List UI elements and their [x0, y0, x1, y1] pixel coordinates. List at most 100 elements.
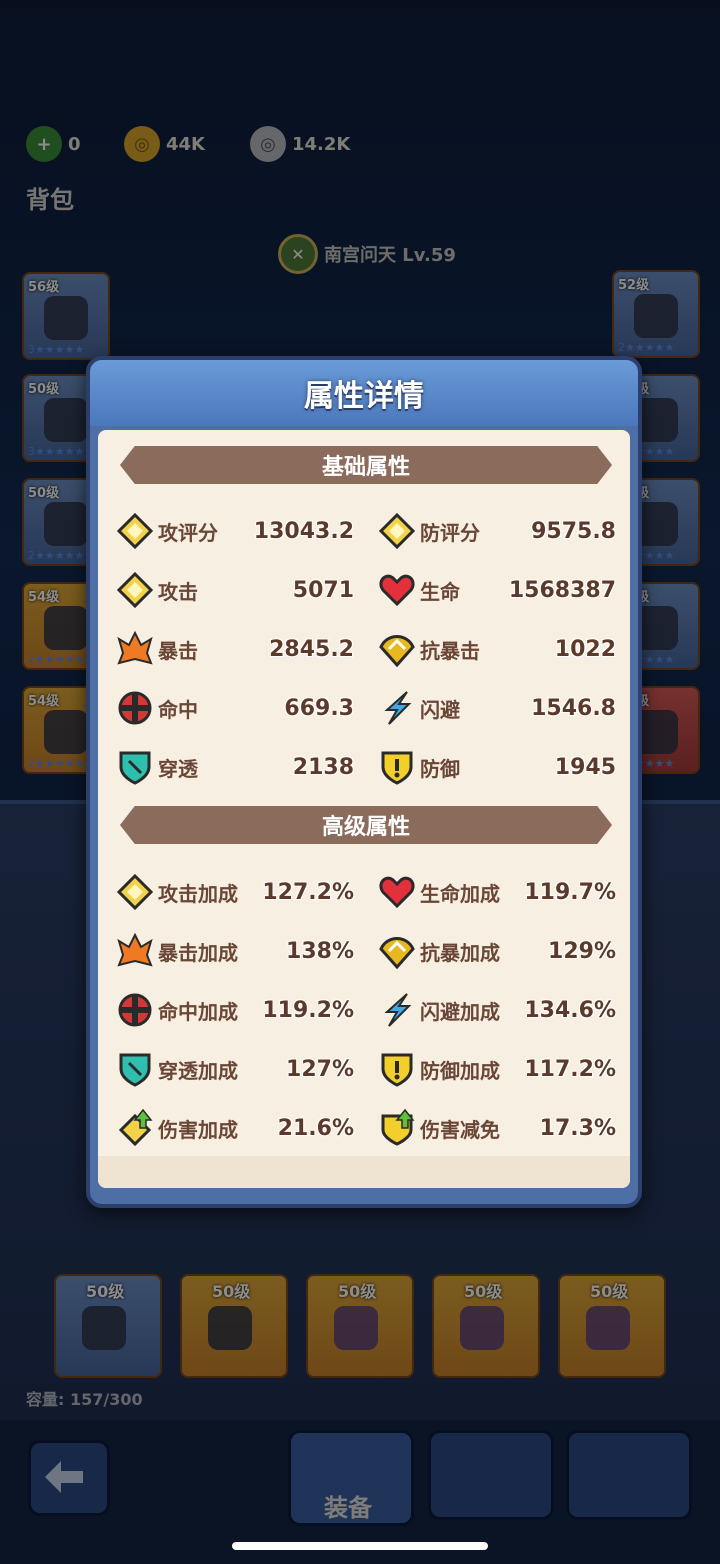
crit-icon	[114, 628, 156, 670]
stat-value: 127.2%	[262, 879, 354, 905]
damage-reduction-icon	[376, 1107, 418, 1149]
stat-name: 抗暴加成	[420, 940, 500, 965]
slot-stars: 2★★★★★	[28, 757, 85, 770]
gold-count: 44K	[166, 133, 205, 155]
stat-name: 攻击	[158, 579, 198, 604]
pierce-icon	[114, 1048, 156, 1090]
heart-icon	[376, 569, 418, 611]
stat-name: 命中加成	[158, 999, 238, 1024]
stat-value: 129%	[548, 938, 616, 964]
stat-value: 119.7%	[524, 879, 616, 905]
stat-name: 攻评分	[158, 520, 218, 545]
stat-value: 138%	[286, 938, 354, 964]
gem-count: 0	[68, 133, 81, 155]
nav-chest-button[interactable]	[428, 1430, 554, 1520]
stat-name: 防御	[420, 756, 460, 781]
inventory-slot[interactable]: 50级	[306, 1274, 414, 1378]
stat-name: 闪避	[420, 697, 460, 722]
heart-icon	[376, 871, 418, 913]
inventory-slot[interactable]: 50级	[54, 1274, 162, 1378]
slot-level: 50级	[338, 1282, 377, 1301]
inventory-slot[interactable]: 50级	[180, 1274, 288, 1378]
equipment-icon	[334, 1306, 378, 1350]
stat-value: 13043.2	[253, 518, 354, 544]
stat-row: 抗暴加成 129%	[376, 928, 616, 974]
nav-equipment-label: 装备	[324, 1494, 372, 1522]
hero-name: 南宫问天 Lv.59	[324, 245, 456, 266]
hero-name-label[interactable]: ✕ 南宫问天 Lv.59	[278, 234, 456, 274]
slot-level: 50级	[28, 486, 60, 501]
stat-row: 抗暴击 1022	[376, 626, 616, 672]
slot-level: 52级	[618, 278, 650, 293]
stat-row: 穿透 2138	[114, 744, 354, 790]
stat-row: 穿透加成 127%	[114, 1046, 354, 1092]
nav-puzzle-button[interactable]	[566, 1430, 692, 1520]
equipment-icon	[208, 1306, 252, 1350]
stat-row: 暴击加成 138%	[114, 928, 354, 974]
equipment-icon	[634, 294, 678, 338]
stat-name: 攻击加成	[158, 881, 238, 906]
shield-icon	[376, 746, 418, 788]
stat-row: 攻击加成 127.2%	[114, 869, 354, 915]
shield-icon	[376, 1048, 418, 1090]
dialog-title: 属性详情	[304, 379, 424, 414]
slot-stars: 2★★★★★	[28, 653, 85, 666]
stat-row: 闪避加成 134.6%	[376, 987, 616, 1033]
slot-stars: 3★★★★★	[28, 343, 85, 356]
currency-gold[interactable]: ◎ 44K	[124, 124, 205, 164]
currency-silver[interactable]: ◎ 14.2K	[250, 124, 350, 164]
equipment-icon	[44, 606, 88, 650]
stat-name: 伤害加成	[158, 1117, 238, 1142]
stat-row: 命中加成 119.2%	[114, 987, 354, 1033]
slot-level: 56级	[28, 280, 60, 295]
stat-value: 134.6%	[524, 997, 616, 1023]
silver-count: 14.2K	[292, 133, 351, 155]
slot-stars: 2★★★★★	[28, 549, 85, 562]
slot-level: 50级	[28, 382, 60, 397]
stat-row: 伤害减免 17.3%	[376, 1105, 616, 1151]
stat-value: 127%	[286, 1056, 354, 1082]
stat-value: 2845.2	[269, 636, 354, 662]
crit-icon	[114, 930, 156, 972]
crosshair-icon	[114, 989, 156, 1031]
stat-row: 命中 669.3	[114, 685, 354, 731]
stat-row: 暴击 2845.2	[114, 626, 354, 672]
stat-row: 伤害加成 21.6%	[114, 1105, 354, 1151]
advanced-attributes-title: 高级属性	[321, 815, 410, 840]
equip-slot-right-1[interactable]: 52级 2★★★★★	[612, 270, 700, 358]
currency-gem[interactable]: + 0	[26, 124, 81, 164]
stat-value: 5071	[292, 577, 354, 603]
attack-icon	[114, 871, 156, 913]
stat-name: 生命	[420, 579, 460, 604]
equipment-icon	[44, 296, 88, 340]
slot-stars: 2★★★★★	[618, 341, 675, 354]
stat-value: 21.6%	[277, 1115, 354, 1141]
anti-crit-icon	[376, 628, 418, 670]
stat-row: 闪避 1546.8	[376, 685, 616, 731]
inventory-slot[interactable]: 50级	[558, 1274, 666, 1378]
slot-stars: 3★★★★★	[28, 445, 85, 458]
stat-name: 穿透加成	[158, 1058, 238, 1083]
stat-value: 1568387	[508, 577, 616, 603]
stat-row: 生命 1568387	[376, 567, 616, 613]
slot-level: 54级	[28, 694, 60, 709]
stat-value: 1546.8	[531, 695, 616, 721]
stat-row: 防御 1945	[376, 744, 616, 790]
attack-icon	[114, 569, 156, 611]
stat-name: 暴击	[158, 638, 198, 663]
stat-value: 9575.8	[531, 518, 616, 544]
home-indicator[interactable]	[232, 1542, 488, 1550]
equipment-icon	[44, 502, 88, 546]
stat-name: 抗暴击	[420, 638, 480, 663]
inventory-slot[interactable]: 50级	[432, 1274, 540, 1378]
basic-attributes-header: 基础属性	[120, 446, 612, 484]
back-button[interactable]	[28, 1440, 110, 1516]
equipment-icon	[586, 1306, 630, 1350]
stat-name: 防评分	[420, 520, 480, 545]
equip-slot-left-1[interactable]: 56级 3★★★★★	[22, 272, 110, 360]
attack-rating-icon	[114, 510, 156, 552]
dialog-header: 属性详情	[90, 360, 638, 426]
defense-rating-icon	[376, 510, 418, 552]
stat-row: 攻击 5071	[114, 567, 354, 613]
basic-attributes-title: 基础属性	[321, 455, 410, 480]
